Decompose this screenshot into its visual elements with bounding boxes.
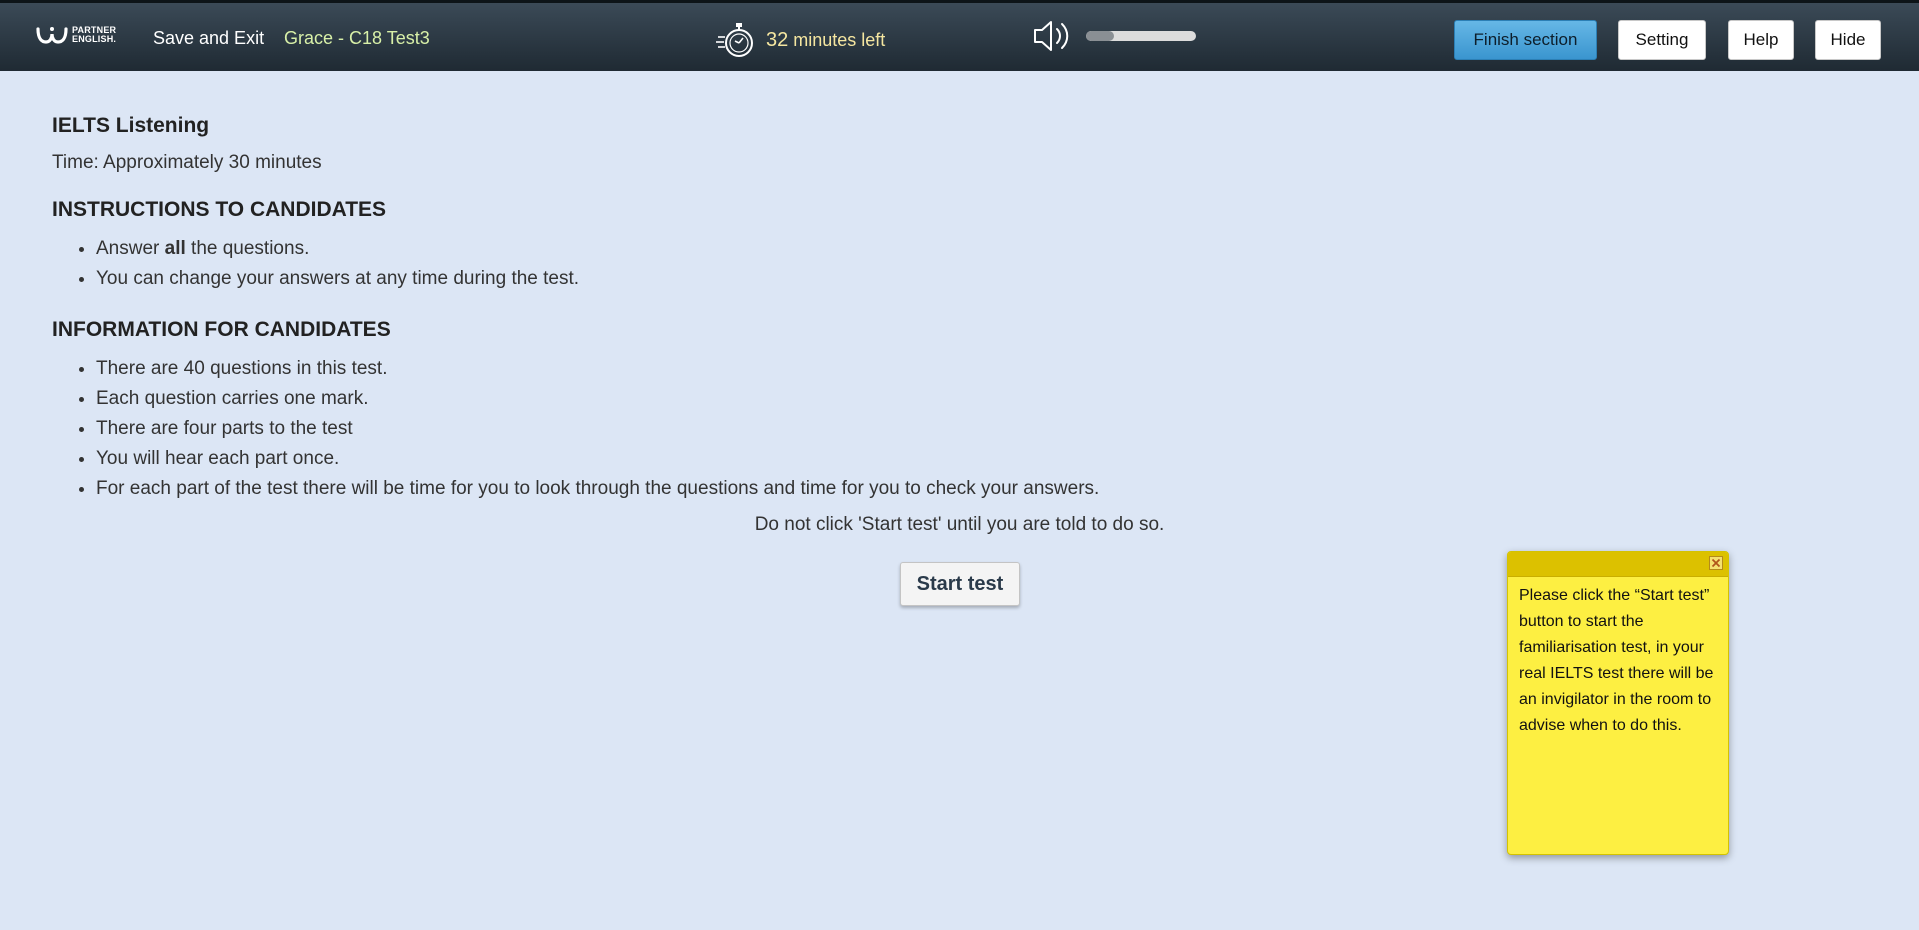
sticky-note-header[interactable] xyxy=(1508,552,1728,577)
list-item: There are four parts to the test xyxy=(96,414,1252,444)
list-item: For each part of the test there will be … xyxy=(96,474,1252,504)
sticky-note-text: Please click the “Start test” button to … xyxy=(1519,587,1714,734)
top-bar: PARTNER ENGLISH. Save and Exit Grace - C… xyxy=(0,0,1919,71)
information-heading: INFORMATION FOR CANDIDATES xyxy=(52,318,391,341)
finish-section-button[interactable]: Finish section xyxy=(1454,20,1597,60)
save-and-exit-link[interactable]: Save and Exit xyxy=(153,28,264,49)
minutes-left-label: minutes left xyxy=(793,29,886,50)
stopwatch-icon xyxy=(716,23,753,57)
setting-button[interactable]: Setting xyxy=(1618,20,1706,60)
start-test-button[interactable]: Start test xyxy=(900,562,1020,606)
candidate-name: Grace - C18 Test3 xyxy=(284,28,430,48)
hide-button[interactable]: Hide xyxy=(1815,20,1881,60)
help-button[interactable]: Help xyxy=(1728,20,1794,60)
instruction-text-before: Answer xyxy=(96,238,165,259)
timer: 32 minutes left xyxy=(716,20,885,60)
close-x-icon xyxy=(1711,558,1721,568)
volume-level-fill xyxy=(1086,31,1114,41)
instructions-content: IELTS Listening Time: Approximately 30 m… xyxy=(52,114,1252,504)
volume-slider[interactable] xyxy=(1086,31,1196,41)
page-title: IELTS Listening xyxy=(52,114,210,137)
partner-english-logo: PARTNER ENGLISH. xyxy=(36,25,116,45)
logo-mark-icon xyxy=(36,27,68,44)
instructions-list: Answer all the questions. You can change… xyxy=(52,234,1252,294)
instructions-heading: INSTRUCTIONS TO CANDIDATES xyxy=(52,198,387,221)
time-left-text: 32 minutes left xyxy=(766,29,885,52)
logo-text-line2: ENGLISH. xyxy=(72,34,117,44)
list-item: You can change your answers at any time … xyxy=(96,264,1252,294)
list-item: There are 40 questions in this test. xyxy=(96,354,1252,384)
list-item: You will hear each part once. xyxy=(96,444,1252,474)
list-item: Answer all the questions. xyxy=(96,234,1252,264)
instruction-bold-word: all xyxy=(164,238,186,259)
minutes-number: 32 xyxy=(766,28,789,51)
speaker-icon[interactable] xyxy=(1032,18,1072,54)
help-sticky-note: Please click the “Start test” button to … xyxy=(1507,551,1729,855)
list-item: Each question carries one mark. xyxy=(96,384,1252,414)
close-icon[interactable] xyxy=(1709,556,1723,570)
time-text: Time: Approximately 30 minutes xyxy=(52,152,322,173)
volume-control[interactable] xyxy=(1032,18,1196,54)
start-notice: Do not click 'Start test' until you are … xyxy=(754,514,1165,535)
information-list: There are 40 questions in this test. Eac… xyxy=(52,354,1252,504)
instruction-text-after: the questions. xyxy=(185,238,310,259)
